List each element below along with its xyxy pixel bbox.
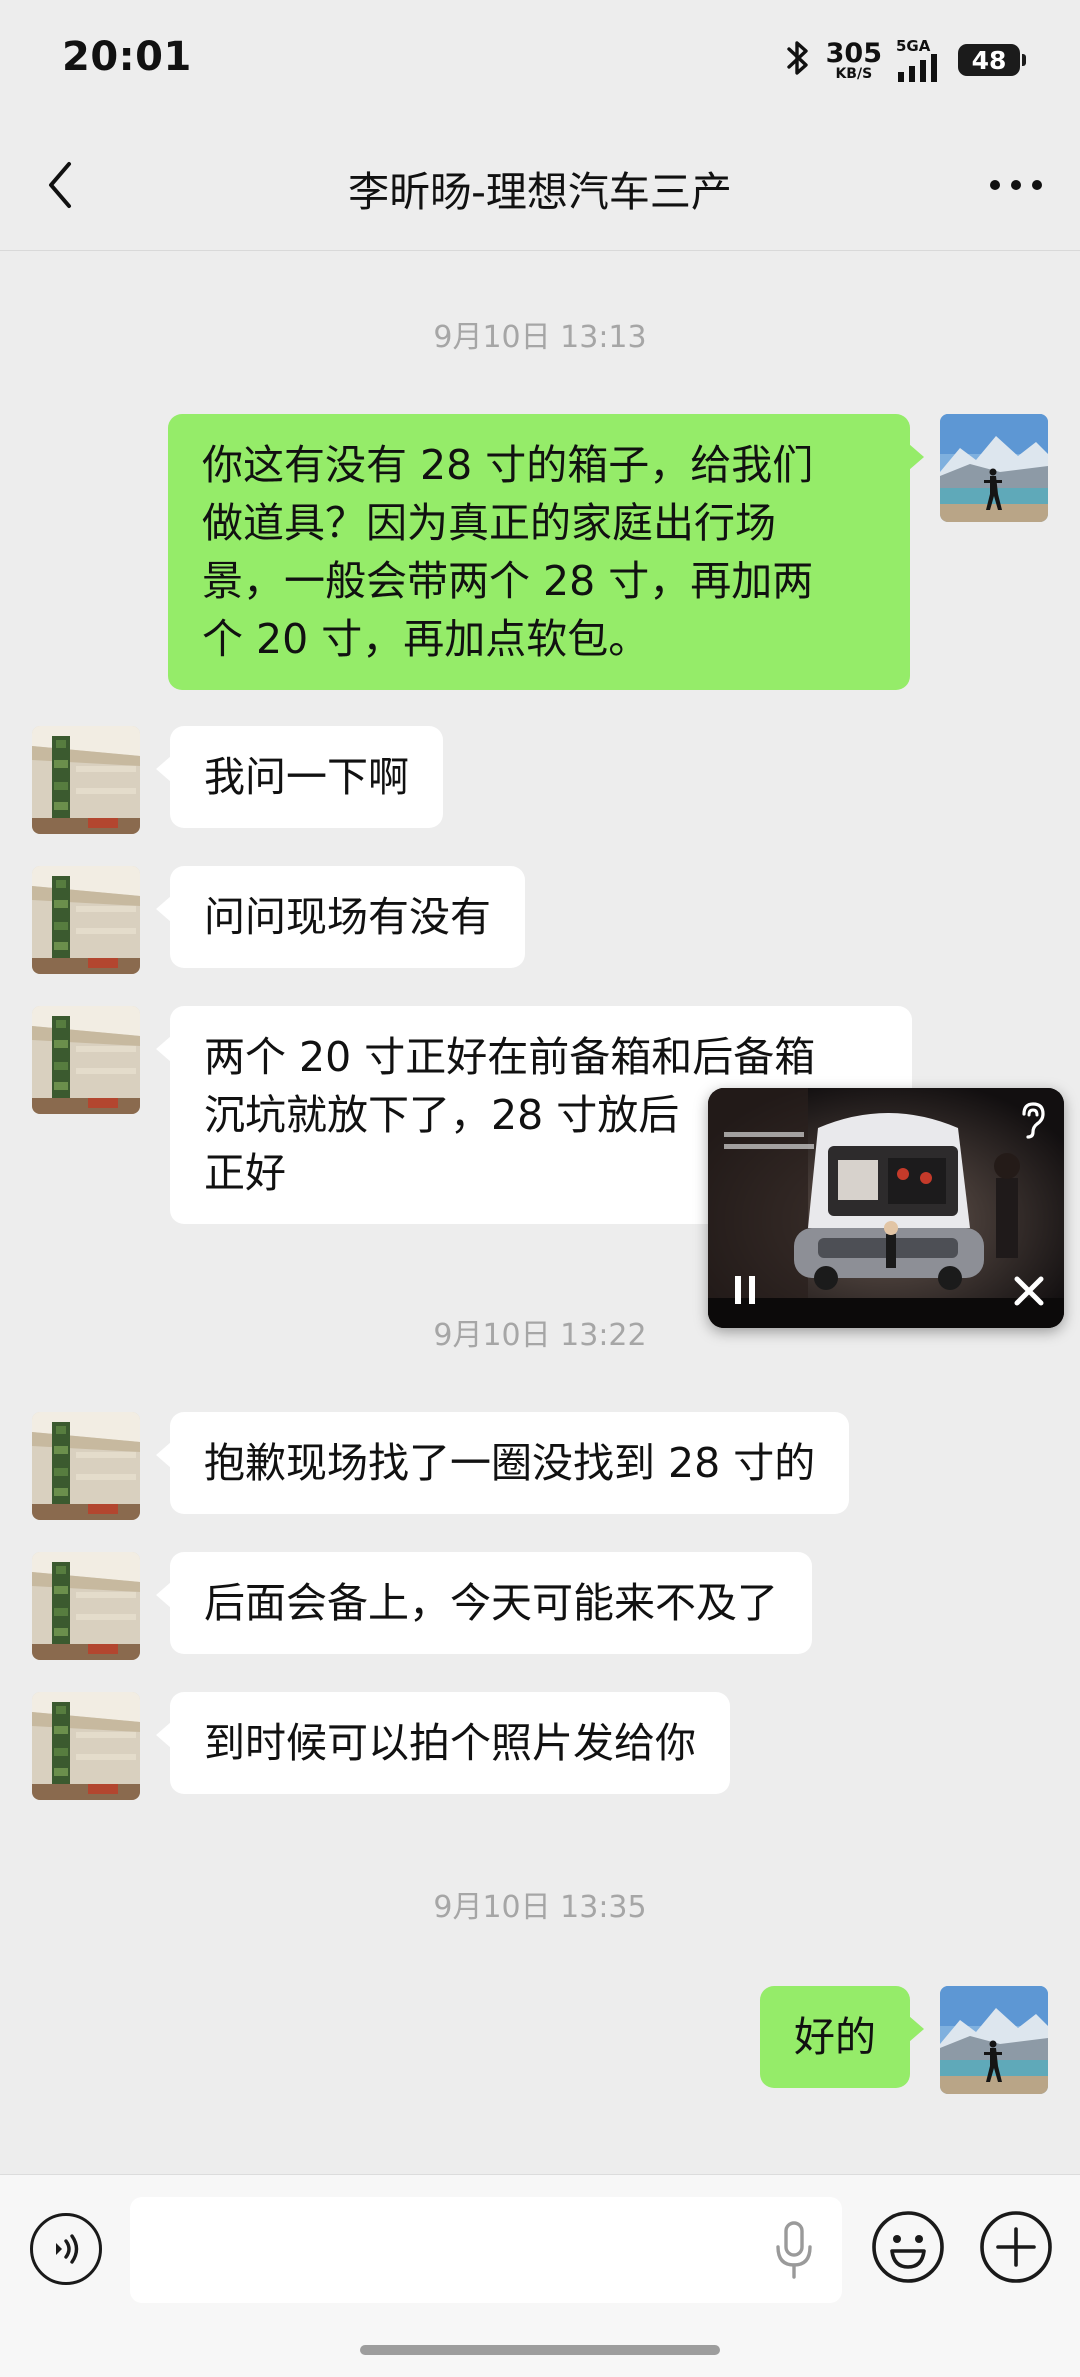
contact-avatar[interactable]: [32, 1552, 140, 1660]
battery-icon: 48: [958, 44, 1026, 76]
network-speed-unit: KB/S: [835, 65, 873, 82]
contact-avatar[interactable]: [32, 726, 140, 834]
message-timestamp: 9月10日 13:35: [433, 1890, 647, 1925]
pause-icon[interactable]: [730, 1274, 760, 1310]
message-input[interactable]: [130, 2197, 842, 2303]
chat-title: 李昕旸-理想汽车三产: [348, 168, 732, 216]
network-speed: 305 KB/S: [826, 40, 882, 81]
floating-video-window[interactable]: [708, 1088, 1064, 1328]
message-line: 我问一下啊: [204, 753, 409, 801]
message-line: 问问现场有没有: [204, 893, 491, 941]
message-line: 抱歉现场找了一圈没找到 28 寸的: [204, 1439, 816, 1487]
plus-circle-icon: [980, 2211, 1052, 2283]
message-line: 后面会备上，今天可能来不及了: [204, 1579, 778, 1627]
signal-label: 5GA: [896, 36, 931, 55]
outgoing-message[interactable]: 好的: [760, 1986, 924, 2088]
voice-mode-button[interactable]: [30, 2213, 102, 2285]
status-icons: 305 KB/S 5GA 48: [784, 36, 1026, 84]
message-line: 个 20 寸，再加点软包。: [202, 615, 650, 663]
contact-avatar[interactable]: [32, 1006, 140, 1114]
network-speed-value: 305: [825, 37, 882, 69]
incoming-message[interactable]: 抱歉现场找了一圈没找到 28 寸的: [155, 1412, 850, 1514]
contact-avatar[interactable]: [32, 1692, 140, 1800]
more-functions-button[interactable]: [978, 2209, 1054, 2285]
incoming-message[interactable]: 到时候可以拍个照片发给你: [156, 1692, 730, 1794]
close-icon[interactable]: [1014, 1276, 1044, 1310]
contact-avatar[interactable]: [32, 866, 140, 974]
message-line: 到时候可以拍个照片发给你: [204, 1719, 696, 1767]
home-indicator[interactable]: [360, 2345, 720, 2355]
message-line: 做道具？因为真正的家庭出行场: [202, 499, 776, 547]
chat-header: 李昕旸-理想汽车三产: [0, 120, 1080, 251]
more-button[interactable]: [976, 150, 1056, 220]
message-line: 景，一般会带两个 28 寸，再加两: [202, 557, 814, 605]
message-timestamp: 9月10日 13:13: [433, 320, 647, 355]
hearing-icon[interactable]: [1016, 1100, 1050, 1144]
status-bar: 20:01 305 KB/S 5GA 48: [0, 0, 1080, 120]
outgoing-message[interactable]: 你这有没有 28 寸的箱子，给我们 做道具？因为真正的家庭出行场 景，一般会带两…: [168, 414, 924, 690]
signal-icon: [898, 53, 937, 82]
back-button[interactable]: [30, 150, 90, 220]
my-avatar[interactable]: [940, 414, 1048, 522]
signal-indicator: 5GA: [896, 36, 944, 82]
message-line: 两个 20 寸正好在前备箱和后备箱: [204, 1033, 816, 1081]
video-frame: [708, 1088, 1064, 1328]
battery-level: 48: [971, 45, 1007, 75]
incoming-message[interactable]: 我问一下啊: [156, 726, 443, 828]
status-time: 20:01: [62, 34, 192, 80]
message-line: 好的: [794, 2013, 876, 2061]
voice-mode-icon: [56, 2234, 79, 2264]
contact-avatar[interactable]: [32, 1412, 140, 1520]
input-bar: [0, 2174, 1080, 2377]
incoming-message[interactable]: 问问现场有没有: [156, 866, 525, 968]
incoming-message[interactable]: 后面会备上，今天可能来不及了: [156, 1552, 812, 1654]
message-line: 你这有没有 28 寸的箱子，给我们: [202, 441, 814, 489]
more-dots-icon: [990, 180, 1042, 190]
emoji-button[interactable]: [870, 2209, 946, 2285]
message-timestamp: 9月10日 13:22: [433, 1318, 647, 1353]
my-avatar[interactable]: [940, 1986, 1048, 2094]
chevron-left-icon: [49, 162, 71, 208]
microphone-icon[interactable]: [770, 2219, 818, 2281]
emoji-icon: [872, 2211, 944, 2283]
bluetooth-icon: [784, 39, 812, 81]
